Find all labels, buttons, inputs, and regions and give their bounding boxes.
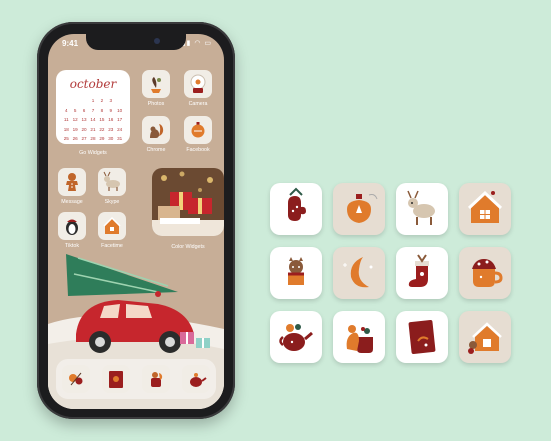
app-skype[interactable]	[98, 168, 126, 196]
calendar-week: 25 26 27 28 29 30 31	[63, 136, 123, 141]
front-camera	[154, 38, 160, 44]
icon-tile-teapot[interactable]	[270, 311, 322, 363]
app-message-label: Message	[61, 199, 83, 205]
app-chrome[interactable]	[142, 116, 170, 144]
icon-tile-mug[interactable]	[459, 247, 511, 299]
gingerbread-icon	[66, 173, 78, 191]
squirrel-icon	[150, 124, 164, 138]
gingerbread-house-icon	[467, 190, 503, 223]
squirrel-mug-icon	[151, 372, 163, 387]
app-message[interactable]	[58, 168, 86, 196]
leaf-basket-icon	[151, 77, 161, 93]
ornament-icon	[347, 194, 378, 223]
squirrel-mug-icon	[346, 325, 373, 353]
snow-globe-icon	[190, 74, 206, 93]
calendar-widget[interactable]: october 123 4 5 6 7 8 9 10 11 12 13 14 15 16 17 18 19…	[56, 70, 130, 144]
book-icon	[109, 371, 123, 388]
autumn-leaves-icon	[69, 372, 83, 386]
app-camera[interactable]	[184, 70, 212, 98]
icon-tile-squirrel-mug[interactable]	[333, 311, 385, 363]
calendar-week: 11 12 13 14 15 16 17	[63, 117, 123, 122]
icon-tile-moon[interactable]	[333, 247, 385, 299]
dock-app-leaves[interactable]	[62, 365, 90, 393]
app-photos-label: Photos	[147, 101, 165, 107]
home-screen: 9:41 ▮▮ ◠ ▭ october 123 4 5 6 7 8 9 10 11 12 13 1…	[48, 34, 224, 409]
gift-photo-image	[152, 168, 224, 236]
app-facebook-label: Facebook	[186, 147, 210, 153]
dock	[56, 359, 216, 399]
dock-app-squirrel[interactable]	[142, 365, 170, 393]
status-time: 9:41	[62, 39, 79, 48]
cottage-icon	[468, 322, 502, 354]
stocking-icon	[408, 254, 429, 287]
icon-tile-stocking[interactable]	[396, 247, 448, 299]
icon-tile-house[interactable]	[459, 183, 511, 235]
deer-icon	[103, 171, 120, 191]
calendar-week: 123	[91, 98, 113, 103]
mitten-icon	[288, 187, 306, 221]
app-skype-label: Skype	[104, 199, 120, 205]
phone-notch	[86, 34, 186, 50]
deer-icon	[407, 190, 435, 225]
calendar-widget-label: Go Widgets	[79, 150, 107, 156]
app-photos[interactable]	[142, 70, 170, 98]
calendar-month: october	[69, 77, 117, 91]
icon-tile-mitten[interactable]	[270, 183, 322, 235]
calendar-grid: 123 4 5 6 7 8 9 10 11 12 13 14 15 16 17 18 19 20 21 22 23…	[62, 96, 124, 144]
ornament-icon	[191, 122, 205, 138]
hot-cocoa-mug-icon	[472, 259, 503, 287]
dock-app-teapot[interactable]	[182, 365, 210, 393]
photo-widget[interactable]	[152, 168, 224, 236]
icon-tile-book[interactable]	[396, 311, 448, 363]
dock-app-book[interactable]	[102, 365, 130, 393]
calendar-week: 4 5 6 7 8 9 10	[64, 107, 123, 113]
teapot-icon	[190, 373, 207, 387]
icon-tile-deer[interactable]	[396, 183, 448, 235]
book-icon	[408, 320, 436, 354]
icon-tile-house-flowers[interactable]	[459, 311, 511, 363]
fox-icon	[288, 257, 304, 285]
calendar-week: 18 19 20 21 22 23 24	[63, 126, 123, 132]
app-facebook[interactable]	[184, 116, 212, 144]
app-camera-label: Camera	[188, 101, 208, 107]
icon-tile-ornament[interactable]	[333, 183, 385, 235]
teapot-icon	[279, 324, 313, 351]
icon-tile-fox[interactable]	[270, 247, 322, 299]
app-chrome-label: Chrome	[146, 147, 166, 153]
moon-icon	[343, 257, 373, 288]
status-icons: ▮▮ ◠ ▭	[181, 40, 212, 47]
